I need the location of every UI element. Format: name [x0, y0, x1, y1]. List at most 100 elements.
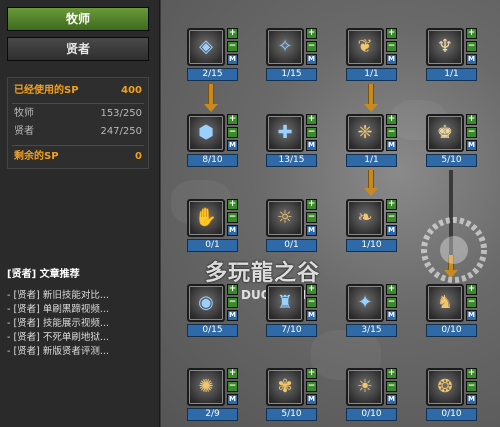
skill-plus-button[interactable]: + — [227, 199, 238, 210]
skill-minus-button[interactable]: − — [306, 127, 317, 138]
skill-plus-button[interactable]: + — [386, 114, 397, 125]
skill-max-button[interactable]: M — [386, 394, 397, 405]
goddess-icon[interactable]: ♆ — [426, 28, 464, 66]
left-panel: 牧师 贤者 已经使用的SP 400 牧师 153/250 贤者 247/250 … — [0, 0, 160, 427]
skill-minus-button[interactable]: − — [386, 41, 397, 52]
skill-plus-button[interactable]: + — [466, 114, 477, 125]
skill-plus-button[interactable]: + — [227, 284, 238, 295]
skill-minus-button[interactable]: − — [227, 212, 238, 223]
skill-plus-button[interactable]: + — [386, 284, 397, 295]
skill-level: 0/1 — [187, 239, 238, 252]
sp-sage-label: 贤者 — [14, 126, 34, 137]
spirit-icon[interactable]: ☼ — [266, 199, 304, 237]
skill-max-button[interactable]: M — [386, 140, 397, 151]
skill-max-button[interactable]: M — [466, 310, 477, 321]
skill-plus-button[interactable]: + — [227, 114, 238, 125]
skill-max-button[interactable]: M — [227, 310, 238, 321]
skill-max-button[interactable]: M — [466, 140, 477, 151]
skill-minus-button[interactable]: − — [466, 381, 477, 392]
skill-slot: ✾ + − M 5/10 — [266, 368, 320, 422]
skill-plus-button[interactable]: + — [466, 284, 477, 295]
skill-level: 0/10 — [426, 324, 477, 337]
skill-max-button[interactable]: M — [306, 225, 317, 236]
skill-plus-button[interactable]: + — [306, 114, 317, 125]
sp-summary: 已经使用的SP 400 牧师 153/250 贤者 247/250 剩余的SP … — [7, 77, 149, 169]
skill-minus-button[interactable]: − — [386, 127, 397, 138]
skill-plus-button[interactable]: + — [306, 284, 317, 295]
skill-slot: ♆ + − M 1/1 — [426, 28, 480, 82]
bird-icon[interactable]: ❧ — [346, 199, 384, 237]
cross-icon[interactable]: ✚ — [266, 114, 304, 152]
skill-slot: ♜ + − M 7/10 — [266, 284, 320, 338]
skill-plus-button[interactable]: + — [386, 368, 397, 379]
skill-max-button[interactable]: M — [386, 310, 397, 321]
skill-plus-button[interactable]: + — [227, 368, 238, 379]
article-link[interactable]: - [贤者] 单刷黑蹄视频... — [7, 303, 157, 317]
star-orb-icon[interactable]: ✦ — [346, 284, 384, 322]
skill-minus-button[interactable]: − — [306, 381, 317, 392]
article-link[interactable]: - [贤者] 不死单刷地狱... — [7, 331, 157, 345]
skill-max-button[interactable]: M — [306, 54, 317, 65]
swirl-icon[interactable]: ❂ — [426, 368, 464, 406]
skill-max-button[interactable]: M — [227, 225, 238, 236]
skill-plus-button[interactable]: + — [306, 199, 317, 210]
tab-sage[interactable]: 贤者 — [7, 37, 149, 61]
article-link[interactable]: - [贤者] 新版贤者评测... — [7, 345, 157, 359]
skill-glyph: ✺ — [198, 376, 214, 397]
skill-plus-button[interactable]: + — [466, 368, 477, 379]
article-link[interactable]: - [贤者] 新旧技能对比... — [7, 289, 157, 303]
skill-max-button[interactable]: M — [306, 140, 317, 151]
skill-max-button[interactable]: M — [386, 54, 397, 65]
skill-slot: ☼ + − M 0/1 — [266, 199, 320, 253]
hand-icon[interactable]: ✋ — [187, 199, 225, 237]
skill-plus-button[interactable]: + — [306, 28, 317, 39]
skill-max-button[interactable]: M — [227, 54, 238, 65]
orb-icon[interactable]: ◉ — [187, 284, 225, 322]
sun-icon[interactable]: ☀ — [346, 368, 384, 406]
skill-slot: ✦ + − M 3/15 — [346, 284, 400, 338]
skill-minus-button[interactable]: − — [227, 41, 238, 52]
skill-max-button[interactable]: M — [466, 54, 477, 65]
skill-minus-button[interactable]: − — [386, 297, 397, 308]
skill-minus-button[interactable]: − — [466, 297, 477, 308]
skill-minus-button[interactable]: − — [386, 381, 397, 392]
tab-priest[interactable]: 牧师 — [7, 7, 149, 31]
tower-icon[interactable]: ♜ — [266, 284, 304, 322]
skill-max-button[interactable]: M — [466, 394, 477, 405]
skill-level: 1/10 — [346, 239, 397, 252]
skill-max-button[interactable]: M — [227, 140, 238, 151]
skill-minus-button[interactable]: − — [466, 41, 477, 52]
fairy-icon[interactable]: ✾ — [266, 368, 304, 406]
skill-minus-button[interactable]: − — [306, 297, 317, 308]
skill-slot: ❈ + − M 1/1 — [346, 114, 400, 168]
watermark-text: 多玩龍之谷 — [205, 261, 321, 286]
skill-minus-button[interactable]: − — [306, 41, 317, 52]
skill-max-button[interactable]: M — [306, 310, 317, 321]
ice-spirit-icon[interactable]: ✧ — [266, 28, 304, 66]
dragon-icon[interactable]: ♞ — [426, 284, 464, 322]
skill-minus-button[interactable]: − — [466, 127, 477, 138]
skill-minus-button[interactable]: − — [227, 297, 238, 308]
skill-plus-button[interactable]: + — [227, 28, 238, 39]
sp-priest-label: 牧师 — [14, 108, 34, 119]
skill-minus-button[interactable]: − — [227, 127, 238, 138]
skill-max-button[interactable]: M — [227, 394, 238, 405]
angel-icon[interactable]: ♚ — [426, 114, 464, 152]
shield-icon[interactable]: ◈ — [187, 28, 225, 66]
article-link[interactable]: - [贤者] 技能展示视频... — [7, 317, 157, 331]
skill-plus-button[interactable]: + — [306, 368, 317, 379]
skill-glyph: ♜ — [276, 292, 294, 313]
skill-plus-button[interactable]: + — [386, 28, 397, 39]
skill-plus-button[interactable]: + — [466, 28, 477, 39]
barrier-icon[interactable]: ⬢ — [187, 114, 225, 152]
phoenix-icon[interactable]: ❦ — [346, 28, 384, 66]
skill-minus-button[interactable]: − — [227, 381, 238, 392]
skill-max-button[interactable]: M — [306, 394, 317, 405]
skill-minus-button[interactable]: − — [386, 212, 397, 223]
skill-glyph: ✧ — [277, 36, 293, 57]
wings-icon[interactable]: ❈ — [346, 114, 384, 152]
skill-plus-button[interactable]: + — [386, 199, 397, 210]
flame-icon[interactable]: ✺ — [187, 368, 225, 406]
skill-minus-button[interactable]: − — [306, 212, 317, 223]
skill-max-button[interactable]: M — [386, 225, 397, 236]
